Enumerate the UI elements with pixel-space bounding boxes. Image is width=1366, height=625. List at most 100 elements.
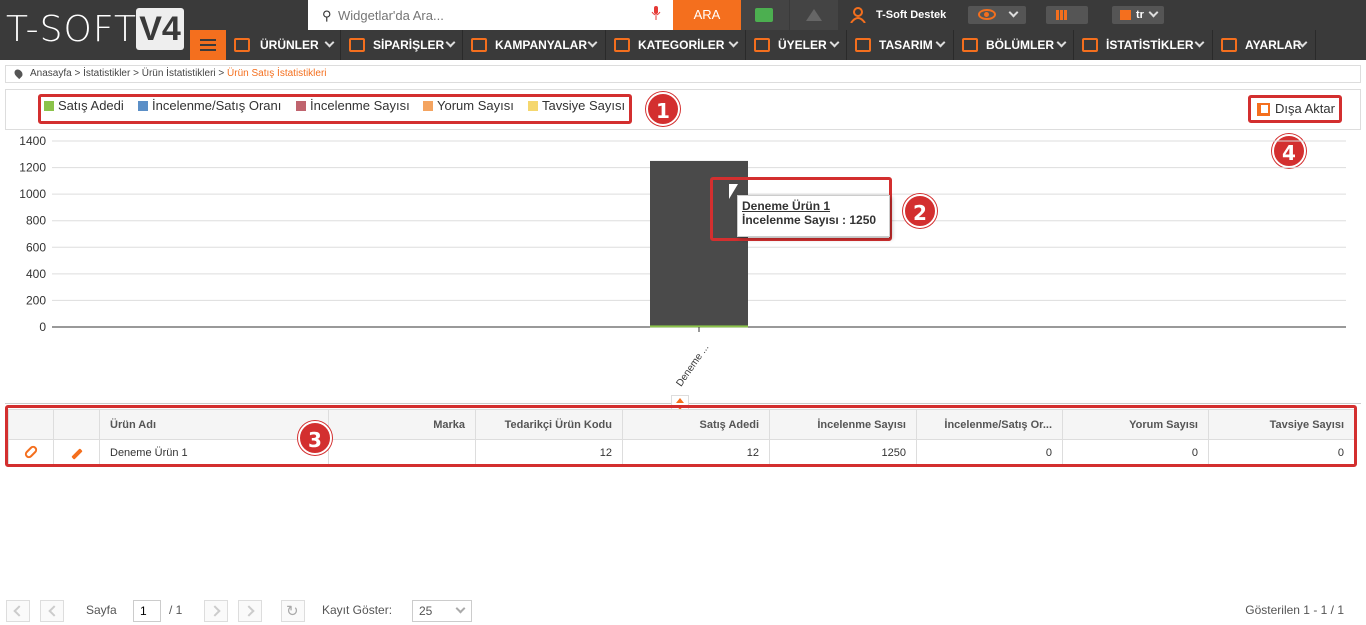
user-icon — [850, 7, 866, 23]
legend-swatch — [138, 101, 148, 111]
chevron-down-icon — [455, 603, 466, 614]
chevron-down-icon — [935, 37, 946, 48]
breadcrumb-path[interactable]: Anasayfa > İstatistikler > Ürün İstatist… — [30, 68, 227, 79]
language-icon — [1120, 10, 1131, 20]
notifications-button[interactable] — [790, 0, 838, 30]
chevron-down-icon — [587, 37, 598, 48]
user-menu[interactable]: T-Soft Destek — [840, 0, 954, 30]
logo-text: T-SOFT — [6, 9, 137, 50]
language-code: tr — [1136, 9, 1144, 21]
messages-button[interactable] — [741, 0, 789, 30]
sitemap-icon — [614, 38, 630, 52]
chevron-down-icon — [1056, 37, 1067, 48]
page-label: Sayfa — [86, 603, 117, 617]
annotation-badge-1: 1 — [646, 92, 680, 126]
nav-label: İSTATİSTİKLER — [1106, 38, 1194, 52]
tag-icon — [471, 38, 487, 52]
y-tick-label: 1400 — [19, 134, 46, 148]
products-icon — [234, 38, 250, 52]
legend-label: İncelenme Sayısı — [310, 98, 410, 113]
nav-label: KATEGORİLER — [638, 38, 725, 52]
chevron-down-icon — [445, 37, 456, 48]
chevron-down-icon — [1008, 7, 1019, 18]
legend-label: İncelenme/Satış Oranı — [152, 98, 282, 113]
legend-swatch — [423, 101, 433, 111]
logo-version: V4 — [136, 8, 184, 50]
warning-icon — [806, 9, 822, 21]
bar-chart: 0 200 400 600 800 1000 1200 1400 Deneme ... — [0, 130, 1366, 400]
refresh-button[interactable]: ↻ — [281, 600, 305, 622]
search-input[interactable] — [338, 6, 638, 24]
prev-page-button[interactable] — [40, 600, 64, 622]
nav-istatistikler[interactable]: İSTATİSTİKLER — [1074, 30, 1213, 60]
nav-label: ÜYELER — [778, 38, 827, 52]
top-bar: ⚲ ARA T-Soft Destek tr — [0, 0, 1366, 30]
nav-kategoriler[interactable]: KATEGORİLER — [606, 30, 746, 60]
legend-swatch — [296, 101, 306, 111]
nav-label: TASARIM — [879, 38, 933, 52]
page-size-label: Kayıt Göster: — [322, 603, 393, 617]
export-label: Dışa Aktar — [1275, 101, 1335, 116]
nav-tasarim[interactable]: TASARIM — [847, 30, 954, 60]
nav-urunler[interactable]: ÜRÜNLER — [226, 30, 341, 60]
nav-kampanyalar[interactable]: KAMPANYALAR — [463, 30, 606, 60]
tooltip-value: İncelenme Sayısı : 1250 — [742, 213, 877, 227]
breadcrumb: Anasayfa > İstatistikler > Ürün İstatist… — [5, 65, 1361, 83]
record-status: Gösterilen 1 - 1 / 1 — [1245, 603, 1344, 617]
table-highlight — [5, 405, 1357, 467]
arrow-up-icon — [676, 398, 684, 403]
tooltip-title: Deneme Ürün 1 — [742, 199, 831, 213]
nav-label: AYARLAR — [1245, 38, 1302, 52]
chevron-down-icon — [324, 37, 335, 48]
main-nav: ÜRÜNLER SİPARİŞLER KAMPANYALAR KATEGORİL… — [190, 30, 1366, 60]
brush-icon — [855, 38, 871, 52]
eye-icon — [978, 9, 996, 20]
settings-icon — [1221, 38, 1237, 52]
chart-svg: 0 200 400 600 800 1000 1200 1400 Deneme ... — [19, 134, 1346, 389]
legend-swatch — [528, 101, 538, 111]
nav-label: KAMPANYALAR — [495, 38, 588, 52]
excel-icon — [1257, 103, 1270, 116]
legend-label: Tavsiye Sayısı — [542, 98, 626, 113]
location-pin-icon — [12, 67, 25, 80]
page-size-value: 25 — [419, 604, 433, 618]
annotation-badge-3: 3 — [298, 421, 332, 455]
chevron-down-icon — [728, 37, 739, 48]
annotation-badge-2: 2 — [903, 194, 937, 228]
next-page-button[interactable] — [204, 600, 228, 622]
search-icon: ⚲ — [322, 8, 332, 23]
microphone-icon[interactable] — [651, 6, 661, 20]
nav-ayarlar[interactable]: AYARLAR — [1213, 30, 1316, 60]
export-button[interactable]: Dışa Aktar — [1248, 95, 1342, 123]
x-tick-label: Deneme ... — [674, 342, 711, 388]
nav-label: BÖLÜMLER — [986, 38, 1054, 52]
y-tick-label: 0 — [39, 320, 46, 334]
legend-label: Yorum Sayısı — [437, 98, 514, 113]
chevron-down-icon — [1148, 7, 1159, 18]
last-page-button[interactable] — [238, 600, 262, 622]
menu-toggle-button[interactable] — [190, 30, 226, 60]
page-input[interactable] — [133, 600, 161, 622]
sections-icon — [962, 38, 978, 52]
grid-icon — [1056, 10, 1068, 20]
nav-siparisler[interactable]: SİPARİŞLER — [341, 30, 463, 60]
page-size-select[interactable]: 25 — [412, 600, 472, 622]
search-button[interactable]: ARA — [673, 0, 741, 30]
refresh-icon: ↻ — [286, 603, 299, 620]
pager: Sayfa / 1 ↻ Kayıt Göster: 25 Gösterilen … — [0, 598, 1366, 625]
chart-toolbar: Satış Adedi İncelenme/Satış Oranı İncele… — [5, 89, 1361, 130]
first-page-button[interactable] — [6, 600, 30, 622]
y-tick-label: 1200 — [19, 161, 46, 175]
logo[interactable]: T-SOFT V4 — [0, 0, 190, 60]
nav-bolumler[interactable]: BÖLÜMLER — [954, 30, 1074, 60]
preview-dropdown[interactable] — [968, 6, 1026, 24]
page-total: / 1 — [169, 603, 183, 617]
nav-uyeler[interactable]: ÜYELER — [746, 30, 847, 60]
apps-button[interactable] — [1046, 6, 1088, 24]
y-tick-label: 1000 — [19, 187, 46, 201]
legend-swatch — [44, 101, 54, 111]
chart-tooltip: Deneme Ürün 1 İncelenme Sayısı : 1250 — [737, 195, 890, 237]
chevron-down-icon — [829, 37, 840, 48]
language-dropdown[interactable]: tr — [1112, 6, 1164, 24]
y-tick-label: 800 — [26, 214, 46, 228]
